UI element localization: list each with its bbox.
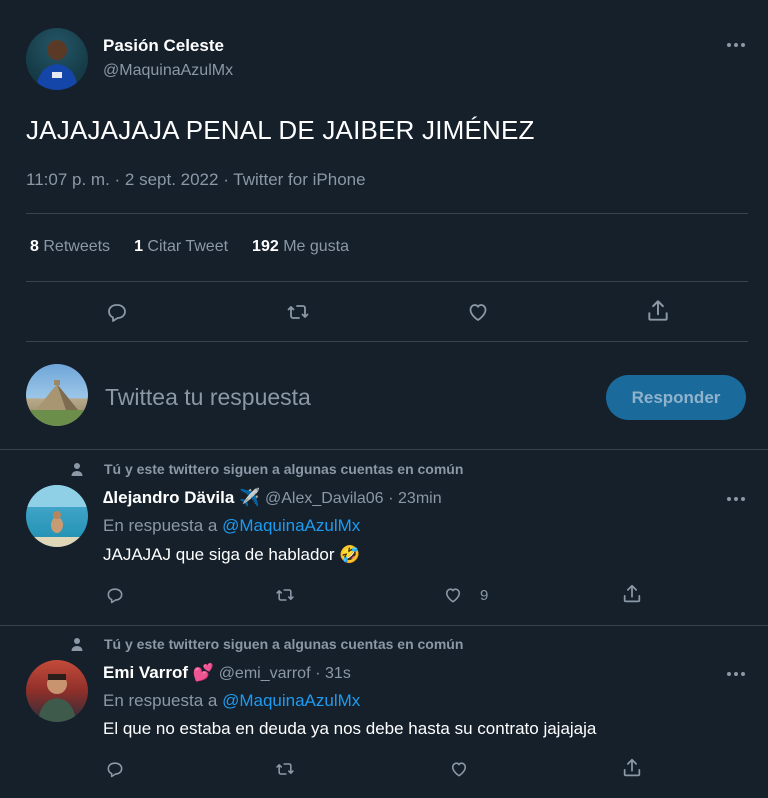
retweets-stat[interactable]: 8 Retweets [30,238,110,256]
retweets-label: Retweets [43,238,111,255]
reply-to-line: En respuesta a @MaquinaAzulMx [103,691,360,711]
my-avatar[interactable] [26,364,88,426]
handle[interactable]: @emi_varrof [219,665,311,682]
reply-icon[interactable] [104,585,126,605]
stats-row: 8 Retweets 1 Citar Tweet 192 Me gusta [30,238,349,256]
quotes-stat[interactable]: 1 Citar Tweet [134,238,228,256]
mention-link[interactable]: @MaquinaAzulMx [222,516,360,535]
hearts-emoji-icon: 💕 [192,663,214,682]
beach-illustration [26,485,88,547]
display-name[interactable]: Emi Varrof [103,663,188,682]
timestamp[interactable]: · 31s [315,665,351,682]
reply-prefix: En respuesta a [103,691,218,710]
respond-button[interactable]: Responder [606,375,746,420]
retweet-icon[interactable] [273,585,297,605]
quotes-label: Citar Tweet [147,238,229,255]
timestamp[interactable]: · 23min [388,490,441,507]
more-options-icon[interactable] [725,41,747,49]
reply-header: ∆lejandro Dävila ✈️ @Alex_Davila06 · 23m… [103,488,442,508]
pyramid-illustration [26,380,88,426]
person-illustration [38,674,76,722]
share-icon[interactable] [645,298,671,324]
social-context: Tú y este twittero siguen a algunas cuen… [104,461,464,477]
mention-link[interactable]: @MaquinaAzulMx [222,691,360,710]
retweet-icon[interactable] [284,300,312,324]
more-options-icon[interactable] [725,495,747,503]
reply-input[interactable]: Twittea tu respuesta [105,384,311,411]
airplane-emoji-icon: ✈️ [239,488,261,507]
handle[interactable]: @MaquinaAzulMx [103,62,233,80]
divider [26,213,748,214]
like-icon[interactable] [465,300,491,324]
divider [0,625,768,626]
reply-header: Emi Varrof 💕 @emi_varrof · 31s [103,663,351,683]
likes-count: 192 [252,238,279,255]
more-options-icon[interactable] [725,670,747,678]
tweet-text: JAJAJAJAJA PENAL DE JAIBER JIMÉNEZ [26,115,535,145]
person-icon [69,461,85,477]
avatar[interactable] [26,660,88,722]
avatar[interactable] [26,485,88,547]
tweet-meta: 11:07 p. m. · 2 sept. 2022 · Twitter for… [26,170,366,189]
display-name[interactable]: Pasión Celeste [103,36,224,56]
divider [26,281,748,282]
reply-to-line: En respuesta a @MaquinaAzulMx [103,516,360,536]
share-icon[interactable] [621,757,643,779]
likes-label: Me gusta [283,238,350,255]
divider [0,449,768,450]
person-icon [69,636,85,652]
reply-text: JAJAJAJ que siga de hablador 🤣 [103,545,361,564]
reply-prefix: En respuesta a [103,516,218,535]
share-icon[interactable] [621,583,643,605]
reply-text: El que no estaba en deuda ya nos debe ha… [103,719,597,738]
display-name[interactable]: ∆lejandro Dävila [103,488,234,507]
avatar[interactable] [26,28,88,90]
like-icon[interactable] [442,585,464,605]
quotes-count: 1 [134,238,143,255]
likes-stat[interactable]: 192 Me gusta [252,238,349,256]
retweets-count: 8 [30,238,39,255]
reply-icon[interactable] [104,300,130,324]
like-count: 9 [480,587,489,604]
avatar-player-illustration [26,28,88,90]
social-context: Tú y este twittero siguen a algunas cuen… [104,636,464,652]
reply-icon[interactable] [104,759,126,779]
like-icon[interactable] [448,759,470,779]
divider [26,341,748,342]
respond-button-label: Responder [631,387,721,407]
handle[interactable]: @Alex_Davila06 [265,490,384,507]
retweet-icon[interactable] [273,759,297,779]
